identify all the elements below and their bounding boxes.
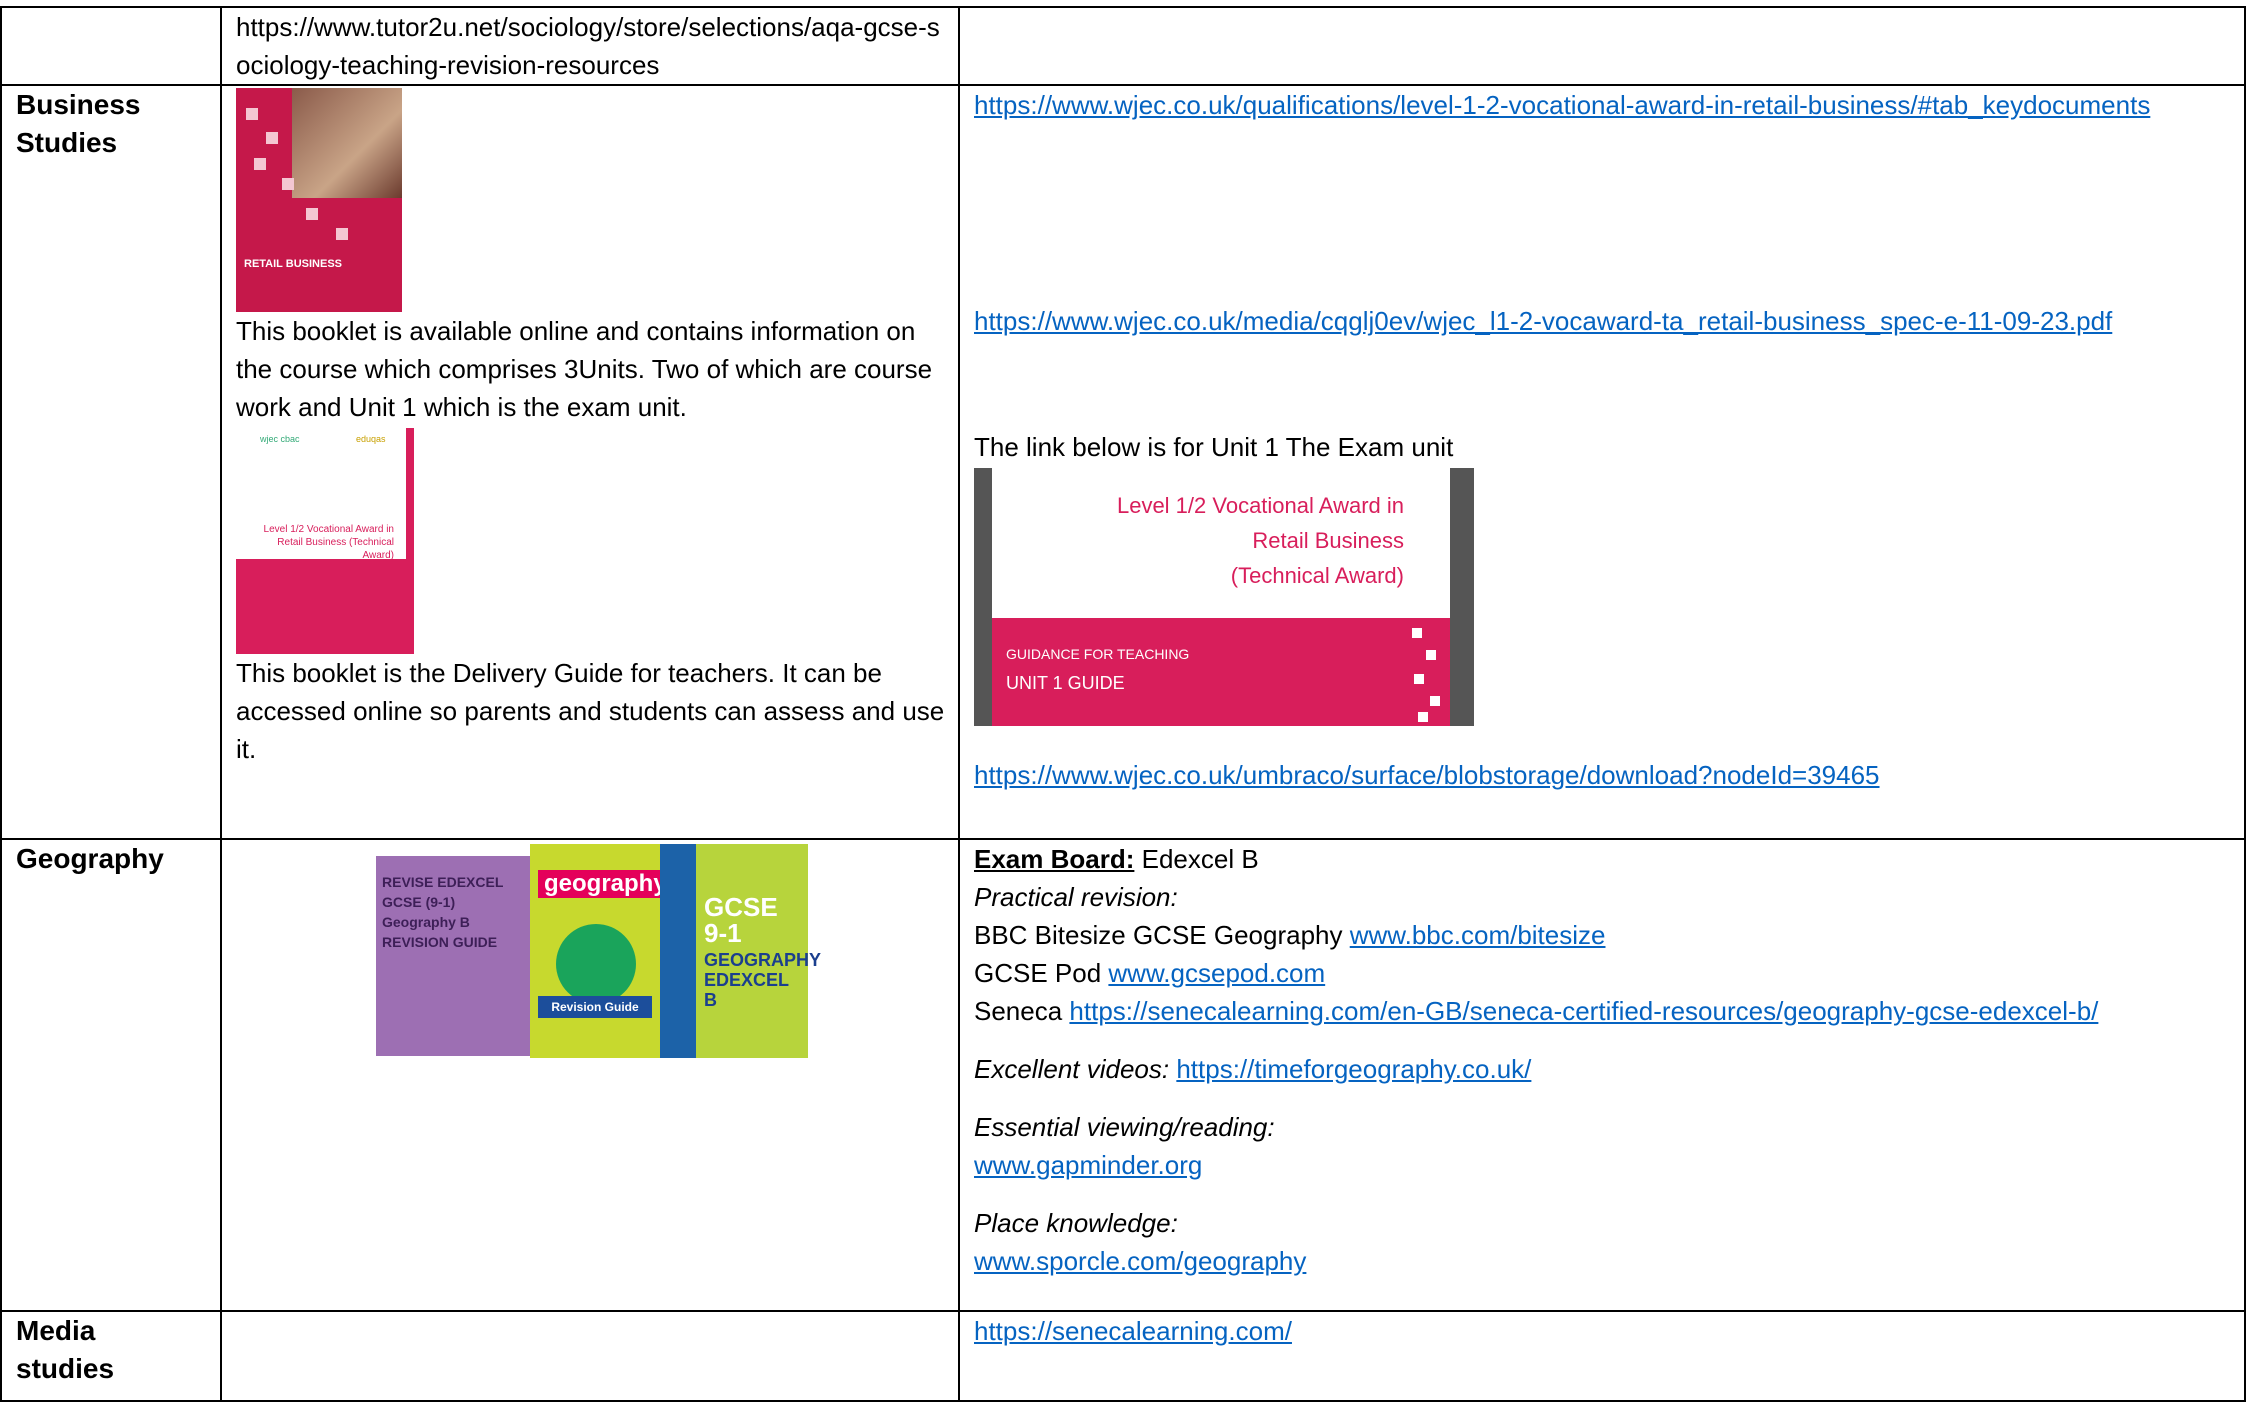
seneca-text: Seneca [974,996,1070,1026]
book-title: REVISE EDEXCEL GCSE (9-1) Geography B RE… [382,874,504,950]
subject-label: Geography [16,843,164,874]
subject-cell: Geography [0,838,222,1312]
booklet-description: This booklet is available online and con… [236,316,933,422]
cover-title: RETAIL BUSINESS [244,258,342,270]
unit1-intro-text: The link below is for Unit 1 The Exam un… [974,432,1454,462]
retail-business-spec-cover-image: RETAIL BUSINESS [236,88,402,312]
gcsepod-text: GCSE Pod [974,958,1109,988]
practical-revision-label: Practical revision: [974,882,1178,912]
delivery-guide-cover-image: wjec cbac eduqas Level 1/2 Vocational Aw… [236,428,414,654]
booklet-description: This booklet is the Delivery Guide for t… [236,658,945,764]
resources-table: https://www.tutor2u.net/sociology/store/… [0,6,2246,1402]
unit1-title-line: Level 1/2 Vocational Award in [1116,493,1404,518]
links-cell [958,6,2246,86]
sporcle-link[interactable]: www.sporcle.com/geography [974,1246,1306,1276]
bbc-bitesize-link[interactable]: www.bbc.com/bitesize [1350,920,1606,950]
table-row-media: Media studies https://senecalearning.com… [0,1310,2246,1402]
unit1-title-line: Retail Business [1252,528,1404,553]
resource-cell: https://www.tutor2u.net/sociology/store/… [220,6,960,86]
gapminder-link[interactable]: www.gapminder.org [974,1150,1202,1180]
geography-revision-guides-image: REVISE EDEXCEL GCSE (9-1) Geography B RE… [376,844,821,1058]
bbc-text: BBC Bitesize GCSE Geography [974,920,1350,950]
seneca-link[interactable]: https://senecalearning.com/ [974,1316,1292,1346]
resource-cell: REVISE EDEXCEL GCSE (9-1) Geography B RE… [220,838,960,1312]
unit1-guidance-label: GUIDANCE FOR TEACHING [1006,646,1190,662]
book-title: GCSE 9-1 [704,892,778,948]
book-subtitle: GEOGRAPHY EDEXCEL B [704,950,821,1010]
book-title: geography [538,870,673,898]
links-cell: https://www.wjec.co.uk/qualifications/le… [958,84,2246,840]
cover-title: Level 1/2 Vocational Award in Retail Bus… [263,524,394,561]
tutor2u-url-text: https://www.tutor2u.net/sociology/store/… [236,12,940,80]
subject-cell [0,6,222,86]
timeforgeography-link[interactable]: https://timeforgeography.co.uk/ [1176,1054,1531,1084]
wjec-key-documents-link[interactable]: https://www.wjec.co.uk/qualifications/le… [974,90,2150,120]
essential-viewing-label: Essential viewing/reading: [974,1112,1275,1142]
unit1-guide-cover-image: Level 1/2 Vocational Award in Retail Bus… [974,468,1474,726]
subject-cell: Media studies [0,1310,222,1402]
links-cell: https://senecalearning.com/ [958,1310,2246,1402]
gcsepod-link[interactable]: www.gcsepod.com [1108,958,1325,988]
exam-board-value: Edexcel B [1134,844,1259,874]
videos-label: Excellent videos: [974,1054,1170,1084]
exam-board-label: Exam Board: [974,844,1135,874]
table-row-sociology: https://www.tutor2u.net/sociology/store/… [0,6,2246,86]
book-subtitle: Revision Guide [538,996,652,1018]
unit1-guide-label: UNIT 1 GUIDE [1006,673,1125,693]
resource-cell [220,1310,960,1402]
place-knowledge-label: Place knowledge: [974,1208,1178,1238]
subject-label: Business Studies [16,89,141,158]
wjec-unit1-download-link[interactable]: https://www.wjec.co.uk/umbraco/surface/b… [974,760,1880,790]
subject-cell: Business Studies [0,84,222,840]
subject-label: Media studies [16,1315,115,1384]
table-row-geography: Geography REVISE EDEXCEL GCSE (9-1) Geog… [0,838,2246,1312]
table-row-business: Business Studies RETAIL BUSINESS This bo… [0,84,2246,840]
wjec-specification-link[interactable]: https://www.wjec.co.uk/media/cqglj0ev/wj… [974,306,2112,336]
seneca-geography-link[interactable]: https://senecalearning.com/en-GB/seneca-… [1069,996,2098,1026]
resource-cell: RETAIL BUSINESS This booklet is availabl… [220,84,960,840]
links-cell: Exam Board: Edexcel B Practical revision… [958,838,2246,1312]
unit1-title-line: (Technical Award) [1230,563,1404,588]
